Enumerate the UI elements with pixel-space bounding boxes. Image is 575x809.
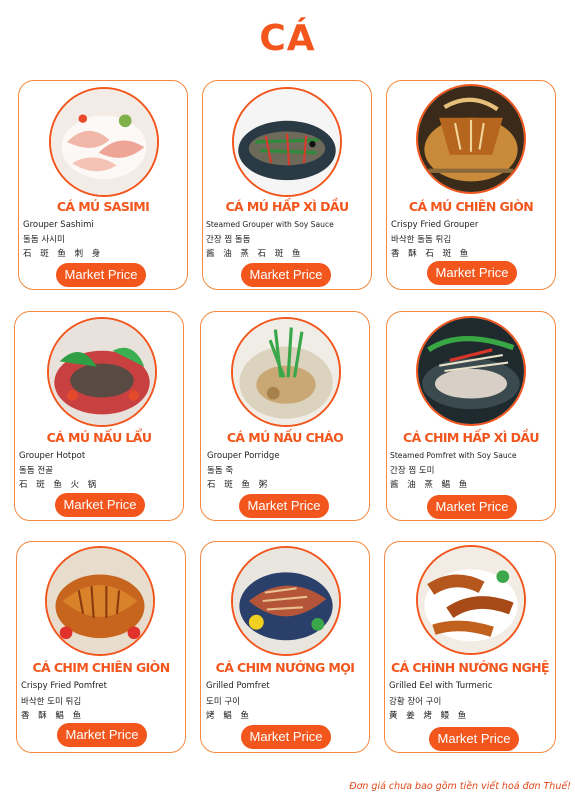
dish-title: CÁ MÚ CHIÊN GIÒN [408,199,534,214]
market-price-button[interactable]: Market Price [427,261,517,285]
market-price-button[interactable]: Market Price [427,495,517,519]
dish-name-en: Grouper Sashimi [23,220,94,230]
dish-name-kr: 돌돔 죽 [207,466,234,476]
dish-name-en: Crispy Fried Pomfret [21,681,107,691]
grilled-eel-photo [416,545,526,655]
dish-name-cn: 石 斑 鱼 刺 身 [23,249,104,259]
market-price-button[interactable]: Market Price [429,727,519,751]
grilled-pomfret-photo [231,546,341,656]
dish-title: CÁ CHÌNH NƯỚNG NGHỆ [391,660,550,675]
dish-name-kr: 바삭한 도미 튀김 [21,697,82,707]
dish-title: CÁ CHIM HẤP XÌ DẦU [403,430,540,445]
dish-name-en: Grouper Hotpot [19,451,86,461]
dish-card: CÁ CHIM HẤP XÌ DẦU Steamed Pomfret with … [386,311,556,521]
market-price-button[interactable]: Market Price [239,494,329,518]
market-price-button[interactable]: Market Price [55,493,145,517]
dish-name-cn: 黄 姜 烤 鳗 鱼 [389,711,470,721]
market-price-button[interactable]: Market Price [57,723,147,747]
steamed-grouper-photo [232,87,342,197]
dish-title: CÁ MÚ NẤU LẨU [46,430,152,445]
dish-name-cn: 香 酥 鲳 鱼 [21,711,85,721]
dish-name-en: Steamed Pomfret with Soy Sauce [390,451,517,460]
market-price-button[interactable]: Market Price [56,263,146,287]
dish-name-kr: 돌돔 전골 [19,466,53,476]
dish-card: CÁ CHÌNH NƯỚNG NGHỆ Grilled Eel with Tur… [384,541,556,753]
fried-pomfret-photo [45,546,155,656]
dish-name-cn: 石 斑 鱼 粥 [207,480,271,490]
dish-card: CÁ MÚ SASIMI Grouper Sashimi 돌돔 사시미 石 斑 … [18,80,188,290]
dish-card: CÁ MÚ CHIÊN GIÒN Crispy Fried Grouper 바삭… [386,80,556,290]
dish-card: CÁ MÚ HẤP XÌ DẦU Steamed Grouper with So… [202,80,372,290]
dish-card: CÁ MÚ NẤU CHÁO Grouper Porridge 돌돔 죽 石 斑… [200,311,370,521]
market-price-button[interactable]: Market Price [241,725,331,749]
dish-name-kr: 간장 찜 도미 [390,466,435,476]
price-note: Đơn giá chưa bao gồm tiền viết hoá đơn T… [349,781,571,792]
dish-card: CÁ CHIM NƯỚNG MỌI Grilled Pomfret 도미 구이 … [200,541,370,753]
dish-title: CÁ MÚ HẤP XÌ DẦU [225,199,349,214]
dish-card: CÁ CHIM CHIÊN GIÒN Crispy Fried Pomfret … [16,541,186,753]
fried-grouper-photo [416,84,526,194]
steamed-pomfret-photo [416,316,526,426]
dish-card: CÁ MÚ NẤU LẨU Grouper Hotpot 돌돔 전골 石 斑 鱼… [14,311,184,521]
dish-name-cn: 香 酥 石 斑 鱼 [391,249,472,259]
dish-name-cn: 石 斑 鱼 火 锅 [19,480,100,490]
dish-name-en: Crispy Fried Grouper [391,220,479,230]
dish-title: CÁ CHIM NƯỚNG MỌI [215,660,355,675]
dish-name-cn: 烤 鲳 鱼 [206,711,252,721]
dish-name-cn: 酱 油 蒸 鲳 鱼 [390,480,471,490]
dish-name-en: Grouper Porridge [207,451,280,461]
dish-name-en: Grilled Pomfret [206,681,270,691]
dish-title: CÁ MÚ NẤU CHÁO [226,430,344,445]
dish-name-kr: 돌돔 사시미 [23,235,65,245]
dish-name-kr: 간장 찜 돌돔 [206,235,251,245]
market-price-button[interactable]: Market Price [241,263,331,287]
dish-title: CÁ CHIM CHIÊN GIÒN [32,660,170,675]
dish-name-kr: 바삭한 돌돔 튀김 [391,235,452,245]
page-title: CÁ [259,18,316,59]
dish-name-en: Steamed Grouper with Soy Sauce [206,220,334,229]
dish-name-cn: 酱 油 蒸 石 斑 鱼 [206,249,304,259]
dish-name-en: Grilled Eel with Turmeric [389,681,493,691]
sashimi-photo [49,87,159,197]
dish-name-kr: 도미 구이 [206,697,240,707]
porridge-photo [231,317,341,427]
dish-name-kr: 강황 장어 구이 [389,697,442,707]
dish-title: CÁ MÚ SASIMI [56,199,150,214]
hotpot-photo [47,317,157,427]
